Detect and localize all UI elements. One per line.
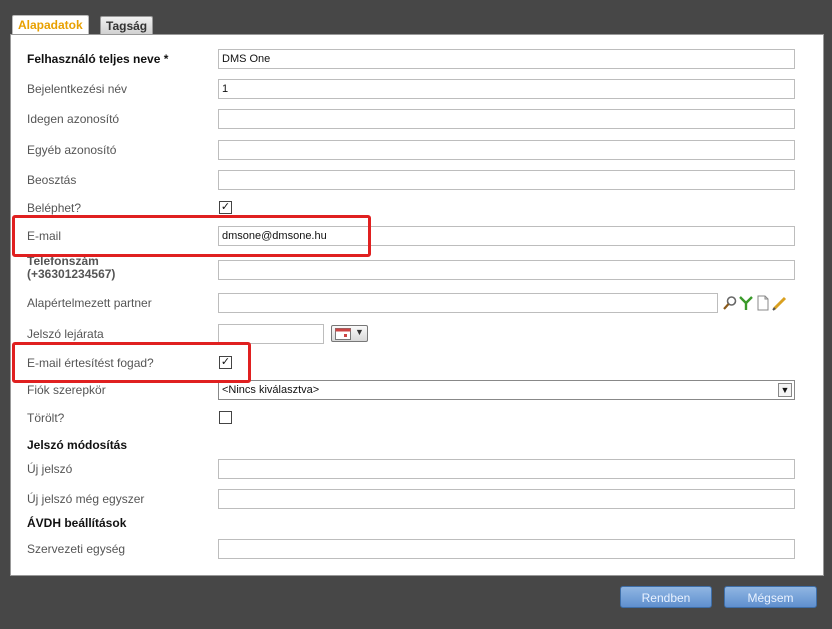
position-input[interactable] bbox=[218, 170, 795, 190]
new-document-icon[interactable] bbox=[755, 295, 771, 311]
form-panel: Felhasználó teljes neve * DMS One Bejele… bbox=[10, 34, 824, 576]
foreign-id-input[interactable] bbox=[218, 109, 795, 129]
full-name-label: Felhasználó teljes neve * bbox=[27, 52, 169, 66]
new-password-label: Új jelszó bbox=[27, 462, 73, 476]
login-input[interactable]: 1 bbox=[218, 79, 795, 99]
calendar-icon bbox=[335, 328, 351, 340]
org-unit-input[interactable] bbox=[218, 539, 795, 559]
row-deleted: Törölt? bbox=[11, 407, 825, 429]
row-other-id: Egyéb azonosító bbox=[11, 139, 825, 161]
new-password-again-label: Új jelszó még egyszer bbox=[27, 492, 145, 506]
row-org-unit: Szervezeti egység bbox=[11, 538, 825, 560]
row-phone: Telefonszám (+36301234567) bbox=[11, 255, 825, 281]
filter-icon[interactable] bbox=[738, 295, 754, 311]
full-name-input[interactable]: DMS One bbox=[218, 49, 795, 69]
row-position: Beosztás bbox=[11, 169, 825, 191]
can-login-checkbox[interactable]: ✓ bbox=[219, 201, 232, 214]
new-password-input[interactable] bbox=[218, 459, 795, 479]
row-foreign-id: Idegen azonosító bbox=[11, 108, 825, 130]
deleted-label: Törölt? bbox=[27, 411, 65, 425]
calendar-button[interactable]: ▼ bbox=[331, 325, 368, 342]
row-new-password-again: Új jelszó még egyszer bbox=[11, 488, 825, 510]
password-expiry-input[interactable] bbox=[218, 324, 324, 344]
account-role-select[interactable]: <Nincs kiválasztva> ▼ bbox=[218, 380, 795, 400]
phone-label: Telefonszám (+36301234567) bbox=[27, 255, 115, 281]
password-section-title: Jelszó módosítás bbox=[27, 438, 128, 452]
search-icon[interactable] bbox=[722, 295, 738, 311]
foreign-id-label: Idegen azonosító bbox=[27, 112, 120, 126]
phone-input[interactable] bbox=[218, 260, 795, 280]
row-new-password: Új jelszó bbox=[11, 458, 825, 480]
phone-label-line2: (+36301234567) bbox=[27, 267, 116, 281]
row-login: Bejelentkezési név 1 bbox=[11, 78, 825, 100]
login-label: Bejelentkezési név bbox=[27, 82, 128, 96]
deleted-checkbox[interactable] bbox=[219, 411, 232, 424]
chevron-down-icon[interactable]: ▼ bbox=[778, 383, 792, 397]
edit-pencil-icon[interactable] bbox=[771, 295, 787, 311]
avdh-section-title: ÁVDH beállítások bbox=[27, 516, 127, 530]
ok-button[interactable]: Rendben bbox=[620, 586, 712, 608]
cancel-button[interactable]: Mégsem bbox=[724, 586, 817, 608]
tab-tagsag[interactable]: Tagság bbox=[100, 16, 154, 35]
account-role-value: <Nincs kiválasztva> bbox=[222, 384, 320, 396]
org-unit-label: Szervezeti egység bbox=[27, 542, 126, 556]
new-password-again-input[interactable] bbox=[218, 489, 795, 509]
other-id-input[interactable] bbox=[218, 140, 795, 160]
row-default-partner: Alapértelmezett partner bbox=[11, 292, 825, 314]
default-partner-input[interactable] bbox=[218, 293, 718, 313]
row-full-name: Felhasználó teljes neve * DMS One bbox=[11, 48, 825, 70]
position-label: Beosztás bbox=[27, 173, 77, 187]
other-id-label: Egyéb azonosító bbox=[27, 143, 117, 157]
tab-alapadatok[interactable]: Alapadatok bbox=[12, 15, 89, 35]
email-notify-highlight-box bbox=[12, 342, 251, 383]
default-partner-label: Alapértelmezett partner bbox=[27, 296, 152, 310]
email-highlight-box bbox=[12, 215, 371, 257]
chevron-down-icon: ▼ bbox=[355, 327, 364, 337]
